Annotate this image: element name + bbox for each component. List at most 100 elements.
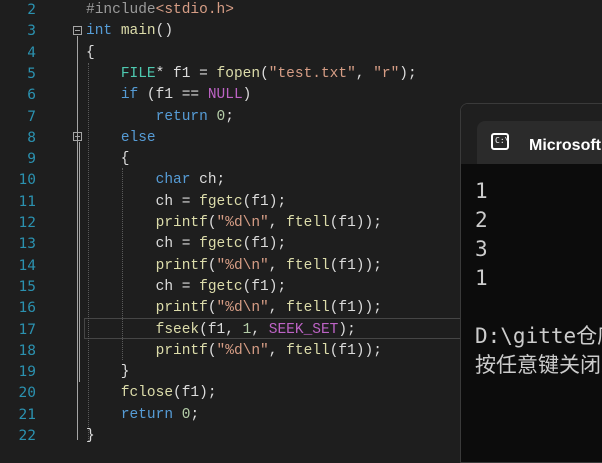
debug-console-window[interactable]: C:\ Microsoft Visual Studio 调试控制台 1 2 3 1 D:… (460, 103, 602, 463)
line-number: 19 (18, 364, 36, 381)
code-token: "%d\n" (216, 215, 269, 231)
code-token: ftell (286, 300, 330, 317)
line-code: #include<stdio.h> (86, 0, 234, 21)
console-output-line: D:\gitte仓库 (475, 324, 602, 348)
console-output-line: 3 (475, 237, 488, 261)
code-token: printf (155, 300, 208, 317)
code-token: ); (399, 65, 417, 82)
line-number: 15 (18, 278, 36, 295)
line-code: FILE* f1 = fopen("test.txt", "r"); (86, 64, 417, 85)
code-token: "test.txt" (268, 65, 356, 82)
code-line[interactable]: 4{ (0, 43, 602, 64)
line-code: return 0; (86, 107, 234, 128)
code-token: (f1)); (329, 257, 382, 274)
code-token: ( (207, 342, 217, 359)
code-token: fseek (155, 321, 200, 338)
line-code: char ch; (86, 170, 226, 191)
code-token: ( (260, 65, 269, 82)
code-token: ch = (86, 193, 200, 210)
code-token: NULL (207, 87, 243, 104)
code-token: fclose (120, 385, 174, 402)
code-token: return (155, 108, 208, 125)
code-token: int (86, 23, 121, 40)
code-token: ); (338, 321, 356, 338)
console-output-line: 按任意键关闭此窗口. . . (475, 353, 602, 377)
line-code: } (86, 362, 130, 383)
code-token: , (268, 342, 287, 359)
code-token: * f1 = (155, 65, 217, 82)
code-token: (f1 == (138, 87, 208, 104)
code-token: "%d\n" (216, 300, 269, 317)
line-code: printf("%d\n", ftell(f1)); (86, 298, 382, 319)
code-token: ) (242, 87, 252, 104)
code-token: 0 (216, 108, 226, 125)
line-code: { (86, 149, 130, 170)
code-token: ftell (286, 215, 330, 231)
console-tab-title: Microsoft Visual Studio 调试控制台 (529, 137, 602, 154)
code-token: (f1, (199, 321, 243, 338)
code-token: printf (155, 342, 208, 359)
code-token: fopen (216, 65, 261, 82)
code-token: fgetc (199, 193, 243, 210)
line-number: 4 (27, 44, 36, 61)
code-line[interactable]: 5 FILE* f1 = fopen("test.txt", "r"); (0, 64, 602, 85)
code-token: return (120, 406, 174, 423)
line-number: 6 (27, 87, 36, 104)
line-number: 18 (18, 342, 36, 359)
code-token: () (155, 23, 174, 40)
line-code: ch = fgetc(f1); (86, 192, 287, 213)
code-token: } (86, 428, 95, 444)
line-number: 7 (27, 108, 36, 125)
line-number: 5 (27, 65, 36, 82)
line-number: 12 (18, 215, 36, 231)
console-output-line: 2 (475, 208, 488, 232)
code-token: #include (86, 2, 156, 18)
code-token: if (120, 87, 139, 104)
code-token: ( (207, 300, 217, 317)
code-token: else (120, 129, 156, 146)
line-number: 16 (18, 300, 36, 317)
code-line[interactable]: 2 #include<stdio.h> (0, 0, 602, 21)
code-token: (f1); (242, 278, 287, 295)
code-token: (f1)); (329, 342, 382, 359)
code-token: } (86, 364, 130, 381)
code-line[interactable]: 3 int main() (0, 21, 602, 42)
code-token: , (355, 65, 374, 82)
code-token: <stdio.h> (155, 2, 234, 18)
console-tab[interactable]: C:\ Microsoft Visual Studio 调试控制台 (477, 121, 602, 164)
line-number: 22 (18, 428, 36, 444)
code-token: , (251, 321, 269, 338)
line-number: 3 (27, 23, 36, 40)
code-token: ; (190, 406, 200, 423)
code-token: { (86, 44, 95, 61)
code-token: , (268, 300, 287, 317)
line-code: fseek(f1, 1, SEEK_SET); (86, 320, 356, 341)
code-token: char (155, 172, 191, 189)
code-token: ( (207, 215, 217, 231)
line-number: 14 (18, 257, 36, 274)
code-token: printf (155, 257, 208, 274)
code-token: ( (207, 257, 217, 274)
console-titlebar[interactable]: C:\ Microsoft Visual Studio 调试控制台 (461, 104, 602, 164)
line-code: printf("%d\n", ftell(f1)); (86, 341, 382, 362)
line-number: 20 (18, 385, 36, 402)
code-token: printf (155, 215, 208, 231)
line-code: int main() (86, 21, 173, 42)
line-number: 9 (27, 151, 36, 168)
line-code: else (86, 128, 156, 149)
line-code: { (86, 43, 95, 64)
line-code: if (f1 == NULL) (86, 85, 252, 106)
line-code: } (86, 426, 95, 447)
code-token: ftell (286, 257, 330, 274)
line-code: fclose(f1); (86, 383, 217, 404)
code-token: { (86, 151, 130, 168)
